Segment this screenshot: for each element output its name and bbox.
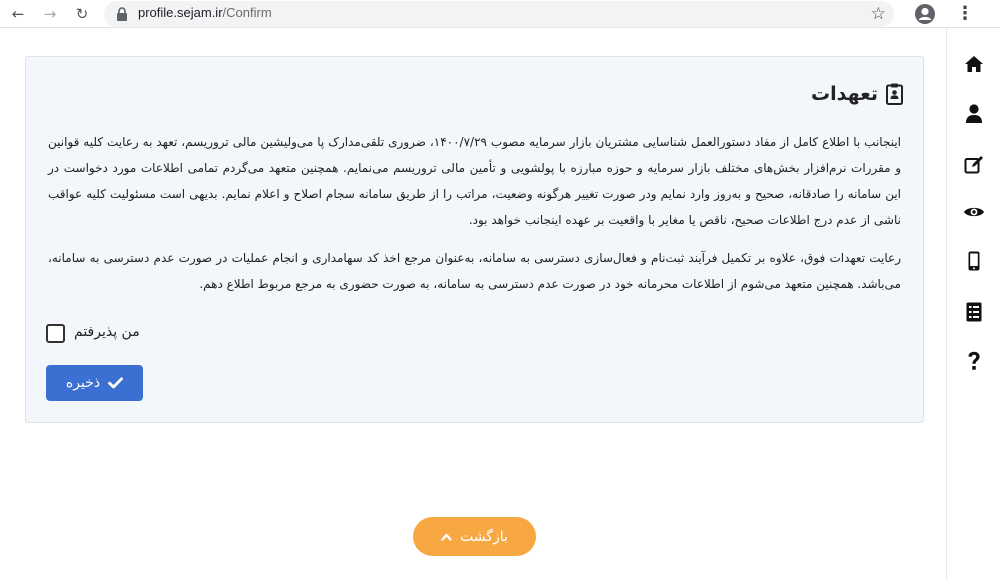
lock-icon bbox=[117, 7, 127, 21]
save-button[interactable]: ذخیره bbox=[46, 365, 143, 401]
question-icon bbox=[968, 351, 980, 370]
commitments-card: تعهدات اینجانب با اطلاع کامل از مفاد دست… bbox=[25, 56, 924, 423]
edit-icon bbox=[964, 155, 983, 173]
sidebar-item-mobile[interactable] bbox=[947, 241, 1000, 281]
sidebar-item-view[interactable] bbox=[947, 192, 1000, 232]
card-title: تعهدات bbox=[811, 83, 878, 105]
reload-icon[interactable]: ↻ bbox=[72, 4, 92, 24]
address-bar[interactable]: profile.sejam.ir/Confirm ☆ bbox=[104, 1, 894, 27]
save-button-label: ذخیره bbox=[65, 375, 101, 391]
check-icon bbox=[108, 377, 123, 389]
back-arrow-icon[interactable]: ← bbox=[8, 4, 28, 24]
mobile-icon bbox=[968, 251, 980, 271]
sidebar-item-home[interactable] bbox=[947, 44, 1000, 84]
profile-icon[interactable] bbox=[914, 3, 936, 25]
back-button-label: بازگشت bbox=[460, 528, 508, 545]
sidebar-item-user[interactable] bbox=[947, 93, 1000, 133]
accept-label[interactable]: من پذیرفتم bbox=[74, 324, 140, 340]
chevron-up-icon bbox=[441, 533, 452, 541]
url-text: profile.sejam.ir/Confirm bbox=[138, 5, 272, 20]
card-header: تعهدات bbox=[811, 83, 903, 105]
sidebar bbox=[946, 28, 1000, 580]
document-list-icon bbox=[966, 302, 982, 322]
back-button[interactable]: بازگشت bbox=[413, 517, 536, 556]
sidebar-item-documents[interactable] bbox=[947, 292, 1000, 332]
browser-toolbar: ← → ↻ profile.sejam.ir/Confirm ☆ ⋮ bbox=[0, 0, 1000, 28]
eye-icon bbox=[964, 207, 984, 217]
user-icon bbox=[966, 103, 982, 123]
commitment-paragraph-2: رعایت تعهدات فوق، علاوه بر تکمیل فرآیند … bbox=[48, 251, 901, 291]
bookmark-star-icon[interactable]: ☆ bbox=[871, 4, 886, 24]
kebab-menu-icon[interactable]: ⋮ bbox=[956, 3, 974, 25]
accept-checkbox[interactable] bbox=[46, 324, 65, 343]
url-host: profile.sejam.ir bbox=[138, 5, 223, 20]
contract-icon bbox=[886, 83, 903, 105]
commitment-paragraph-1: اینجانب با اطلاع کامل از مفاد دستورالعمل… bbox=[48, 135, 901, 227]
home-icon bbox=[965, 56, 983, 72]
forward-arrow-icon[interactable]: → bbox=[40, 4, 60, 24]
sidebar-item-help[interactable] bbox=[947, 341, 1000, 381]
url-path: /Confirm bbox=[222, 5, 272, 20]
sidebar-item-edit[interactable] bbox=[947, 144, 1000, 184]
